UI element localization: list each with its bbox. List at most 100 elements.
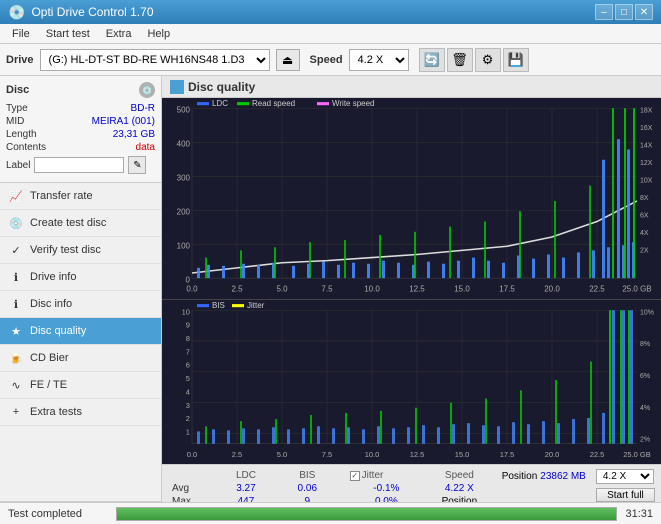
- titlebar: 💿 Opti Drive Control 1.70 – □ ✕: [0, 0, 661, 24]
- sidebar-item-drive-info[interactable]: ℹ Drive info: [0, 264, 161, 291]
- save-icon-btn[interactable]: 💾: [503, 48, 529, 72]
- disc-label-label: Label: [6, 160, 30, 171]
- disc-label-row: Label ✎: [6, 154, 155, 176]
- menu-starttest[interactable]: Start test: [38, 26, 98, 42]
- svg-text:5.0: 5.0: [277, 450, 287, 459]
- speed-select[interactable]: 4.2 X: [349, 49, 409, 71]
- menu-file[interactable]: File: [4, 26, 38, 42]
- svg-text:22.5: 22.5: [590, 450, 605, 459]
- speed-label: Speed: [310, 54, 343, 66]
- maximize-button[interactable]: □: [615, 4, 633, 20]
- svg-text:2.5: 2.5: [231, 284, 243, 293]
- chart-header-icon: [170, 80, 184, 94]
- svg-text:4%: 4%: [640, 404, 651, 412]
- disc-type-label: Type: [6, 103, 28, 114]
- sidebar-item-extra-tests[interactable]: + Extra tests: [0, 399, 161, 426]
- transfer-rate-icon: 📈: [8, 188, 24, 204]
- svg-text:25.0 GB: 25.0 GB: [623, 450, 651, 459]
- svg-text:16X: 16X: [640, 124, 653, 132]
- erase-icon-btn[interactable]: 🗑: [447, 48, 473, 72]
- top-chart-svg: 500 400 300 200 100 0 18X 16X 14X 12X 10…: [162, 98, 661, 299]
- sidebar-item-transfer-rate[interactable]: 📈 Transfer rate: [0, 183, 161, 210]
- svg-text:7.5: 7.5: [321, 284, 333, 293]
- svg-text:4: 4: [186, 387, 190, 396]
- menu-extra[interactable]: Extra: [98, 26, 140, 42]
- svg-text:10X: 10X: [640, 176, 653, 184]
- disc-contents-value: data: [136, 142, 155, 153]
- bottom-chart: 10 9 8 7 6 5 4 3 2 1 10% 8% 6% 4% 2%: [162, 300, 661, 464]
- svg-text:0: 0: [186, 275, 191, 284]
- jitter-checkbox[interactable]: ✓: [350, 471, 360, 481]
- settings-icon-btn[interactable]: ⚙: [475, 48, 501, 72]
- position-stat-label: Position: [502, 471, 538, 482]
- start-full-button[interactable]: Start full: [596, 488, 655, 502]
- svg-text:Write speed: Write speed: [332, 99, 374, 108]
- svg-text:BIS: BIS: [212, 301, 225, 310]
- drive-label: Drive: [6, 54, 34, 66]
- disc-label-input[interactable]: [34, 157, 124, 173]
- status-time: 31:31: [625, 508, 653, 520]
- menu-help[interactable]: Help: [139, 26, 178, 42]
- disc-label-edit-btn[interactable]: ✎: [128, 156, 146, 174]
- main-layout: Disc 💿 Type BD-R MID MEIRA1 (001) Length…: [0, 76, 661, 524]
- svg-text:2: 2: [186, 414, 190, 423]
- status-text: Test completed: [8, 508, 108, 520]
- svg-text:200: 200: [177, 207, 191, 216]
- disc-mid-row: MID MEIRA1 (001): [6, 115, 155, 128]
- nav-label-transfer-rate: Transfer rate: [30, 190, 93, 202]
- sidebar-item-fe-te[interactable]: ∿ FE / TE: [0, 372, 161, 399]
- disc-panel-header: Disc 💿: [6, 82, 155, 98]
- app-title: Opti Drive Control 1.70: [31, 5, 153, 19]
- eject-button[interactable]: ⏏: [276, 49, 300, 71]
- svg-text:15.0: 15.0: [454, 284, 470, 293]
- progress-bar-container: [116, 507, 617, 521]
- progress-bar: [117, 508, 616, 520]
- jitter-header-cell: ✓ Jitter: [346, 469, 427, 482]
- svg-text:9: 9: [186, 320, 190, 329]
- svg-text:25.0 GB: 25.0 GB: [622, 284, 651, 293]
- svg-text:8%: 8%: [640, 340, 651, 348]
- disc-mid-value: MEIRA1 (001): [92, 116, 155, 127]
- svg-text:Jitter: Jitter: [247, 301, 265, 310]
- refresh-icon-btn[interactable]: 🔄: [419, 48, 445, 72]
- disc-contents-label: Contents: [6, 142, 46, 153]
- svg-text:5.0: 5.0: [276, 284, 288, 293]
- sidebar-item-cd-bier[interactable]: 🍺 CD Bier: [0, 345, 161, 372]
- nav-label-extra-tests: Extra tests: [30, 406, 82, 418]
- svg-text:17.5: 17.5: [499, 284, 515, 293]
- content-area: Disc quality: [162, 76, 661, 524]
- speed-stat-header: Speed: [427, 469, 492, 482]
- sidebar-item-verify-test-disc[interactable]: ✓ Verify test disc: [0, 237, 161, 264]
- svg-text:10: 10: [182, 307, 190, 316]
- sidebar-item-disc-quality[interactable]: ★ Disc quality: [0, 318, 161, 345]
- sidebar-item-create-test-disc[interactable]: 💿 Create test disc: [0, 210, 161, 237]
- nav-label-disc-info: Disc info: [30, 298, 72, 310]
- disc-type-value: BD-R: [131, 103, 155, 114]
- svg-text:20.0: 20.0: [544, 284, 560, 293]
- position-row: Position 23862 MB: [502, 471, 586, 482]
- disc-type-row: Type BD-R: [6, 102, 155, 115]
- stats-avg-row: Avg 3.27 0.06 -0.1% 4.22 X: [168, 482, 492, 495]
- drive-select[interactable]: (G:) HL-DT-ST BD-RE WH16NS48 1.D3: [40, 49, 270, 71]
- speed-combo-select[interactable]: 4.2 X: [596, 469, 654, 484]
- disc-length-label: Length: [6, 129, 37, 140]
- titlebar-controls: – □ ✕: [595, 4, 653, 20]
- verify-test-disc-icon: ✓: [8, 242, 24, 258]
- close-button[interactable]: ✕: [635, 4, 653, 20]
- sidebar-item-disc-info[interactable]: ℹ Disc info: [0, 291, 161, 318]
- svg-text:400: 400: [177, 139, 191, 148]
- svg-text:12X: 12X: [640, 159, 653, 167]
- sidebar: Disc 💿 Type BD-R MID MEIRA1 (001) Length…: [0, 76, 162, 524]
- nav-label-cd-bier: CD Bier: [30, 352, 69, 364]
- svg-text:500: 500: [177, 105, 191, 114]
- svg-text:7: 7: [186, 347, 190, 356]
- chart-title: Disc quality: [188, 80, 255, 94]
- svg-text:20.0: 20.0: [545, 450, 560, 459]
- svg-text:0.0: 0.0: [187, 450, 197, 459]
- minimize-button[interactable]: –: [595, 4, 613, 20]
- svg-text:22.5: 22.5: [589, 284, 605, 293]
- svg-text:12.5: 12.5: [409, 284, 425, 293]
- avg-bis: 0.06: [281, 482, 334, 495]
- app-icon: 💿: [8, 4, 25, 21]
- svg-text:15.0: 15.0: [455, 450, 470, 459]
